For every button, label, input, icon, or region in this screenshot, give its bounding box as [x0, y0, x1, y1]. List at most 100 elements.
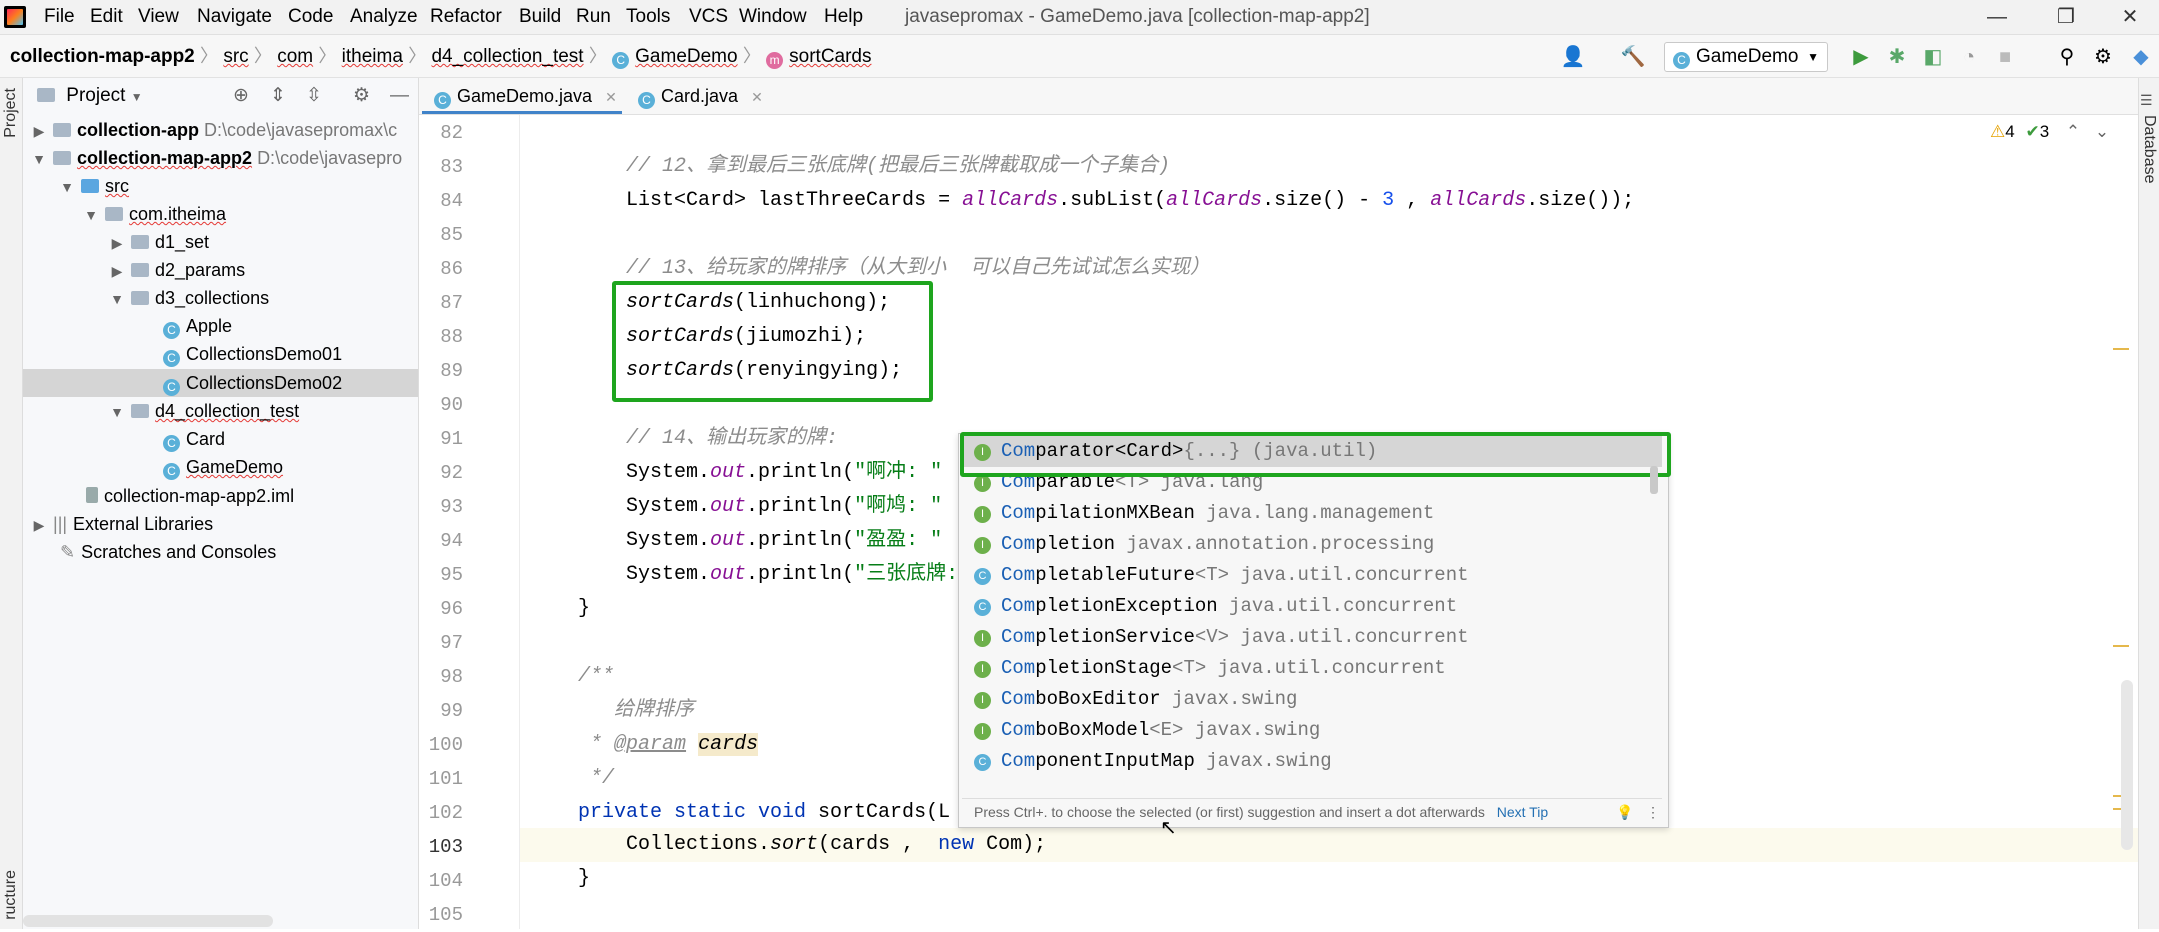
tree-item[interactable]: C GameDemo — [163, 453, 283, 481]
collapse-all-icon[interactable]: ⇳ — [306, 78, 322, 114]
menu-vcs[interactable]: VCS — [689, 0, 728, 34]
code-line-104[interactable]: } — [578, 862, 590, 896]
more-options-icon[interactable]: ⋮ — [1646, 799, 1660, 825]
run-configuration-select[interactable]: C GameDemo ▼ — [1664, 42, 1828, 72]
hide-panel-icon[interactable]: — — [390, 78, 409, 114]
code-line-98[interactable]: /** — [578, 660, 614, 694]
code-line-101[interactable]: */ — [578, 762, 614, 796]
breadcrumb-project[interactable]: collection-map-app2 — [10, 46, 195, 67]
chevron-up-icon[interactable]: ⌃ — [2066, 122, 2080, 141]
search-icon[interactable]: ⚲ — [2054, 44, 2080, 70]
menu-analyze[interactable]: Analyze — [350, 0, 418, 34]
code-line-92[interactable]: System.out.println("啊冲: " — [578, 456, 942, 490]
chevron-right-icon[interactable]: ▶ — [30, 511, 48, 539]
close-tab-icon[interactable]: ✕ — [751, 89, 763, 105]
build-hammer-icon[interactable]: 🔨 — [1620, 44, 1646, 70]
database-icon[interactable]: ☰ — [2140, 92, 2153, 109]
completion-item[interactable]: I Completion javax.annotation.processing — [962, 529, 1652, 560]
completion-item[interactable]: C CompletionException java.util.concurren… — [962, 591, 1652, 622]
breadcrumb-com[interactable]: com — [277, 46, 313, 67]
error-stripe-mark[interactable] — [2113, 645, 2129, 647]
code-line-83[interactable]: // 12、拿到最后三张底牌(把最后三张牌截取成一个子集合) — [578, 150, 1170, 184]
menu-help[interactable]: Help — [824, 0, 863, 34]
completion-item[interactable]: C ComponentInputMap javax.swing — [962, 746, 1652, 777]
tree-item[interactable]: ▼ com.itheima — [82, 200, 226, 228]
breadcrumb-src[interactable]: src — [223, 46, 248, 67]
breadcrumb-package[interactable]: d4_collection_test — [431, 46, 583, 67]
popup-scrollbar[interactable] — [1650, 466, 1658, 494]
chevron-down-icon[interactable]: ▼ — [30, 145, 48, 173]
next-tip-link[interactable]: Next Tip — [1497, 804, 1548, 820]
tree-item[interactable]: ▼ d4_collection_test — [108, 397, 299, 425]
tree-item[interactable]: C Card — [163, 425, 225, 453]
tree-item[interactable]: ▶ ||| External Libraries — [30, 510, 214, 539]
chevron-right-icon[interactable]: ▶ — [30, 117, 48, 145]
breadcrumb-method[interactable]: sortCards — [789, 46, 871, 67]
menu-navigate[interactable]: Navigate — [197, 0, 272, 34]
plugin-icon[interactable]: ◆ — [2128, 44, 2154, 70]
tree-item[interactable]: ▼ d3_collections — [108, 284, 269, 312]
coverage-icon[interactable]: ◧ — [1920, 44, 1946, 70]
tree-item[interactable]: ▼ collection-map-app2 D:\code\javasepro — [30, 144, 402, 172]
stop-icon[interactable]: ■ — [1992, 44, 2018, 70]
locate-icon[interactable]: ⊕ — [233, 78, 249, 114]
run-icon[interactable]: ▶ — [1848, 44, 1874, 70]
completion-item[interactable]: I CompletionService<V> java.util.concurre… — [962, 622, 1652, 653]
tree-item[interactable]: ▼ src — [58, 172, 129, 200]
code-line-100[interactable]: * @param cards — [578, 728, 759, 762]
menu-window[interactable]: Window — [739, 0, 807, 34]
close-tab-icon[interactable]: ✕ — [605, 89, 617, 105]
code-line-99[interactable]: 给牌排序 — [578, 694, 694, 728]
code-line-84[interactable]: List<Card> lastThreeCards = allCards.sub… — [578, 184, 1634, 218]
tree-item[interactable]: ✎ Scratches and Consoles — [60, 538, 276, 566]
debug-icon[interactable]: ✱ — [1884, 44, 1910, 70]
chevron-down-icon[interactable]: ▼ — [58, 173, 76, 201]
chevron-right-icon[interactable]: ▶ — [108, 229, 126, 257]
project-tool-button[interactable]: Project — [2, 88, 20, 138]
chevron-right-icon[interactable]: ▶ — [108, 257, 126, 285]
tab-card[interactable]: C Card.java ✕ — [638, 78, 763, 114]
tab-gamedemo[interactable]: C GameDemo.java ✕ — [434, 78, 617, 114]
tree-item[interactable]: ▶ collection-app D:\code\javasepromax\c — [30, 116, 398, 145]
chevron-down-icon[interactable]: ▼ — [131, 90, 143, 104]
horizontal-scrollbar[interactable] — [23, 915, 273, 927]
menu-edit[interactable]: Edit — [90, 0, 123, 34]
completion-item[interactable]: I CompletionStage<T> java.util.concurrent — [962, 653, 1652, 684]
code-line-103[interactable]: Collections.sort(cards , new Com); — [578, 828, 1046, 862]
breadcrumb-itheima[interactable]: itheima — [342, 46, 403, 67]
gear-icon[interactable]: ⚙ — [353, 78, 370, 114]
structure-tool-button[interactable]: ructure — [2, 870, 20, 920]
vertical-scrollbar[interactable] — [2121, 680, 2133, 850]
menu-view[interactable]: View — [138, 0, 179, 34]
completion-item[interactable]: I ComboBoxEditor javax.swing — [962, 684, 1652, 715]
code-line-102[interactable]: private static void sortCards(L — [578, 796, 950, 830]
project-panel-title[interactable]: Project — [66, 85, 125, 106]
settings-icon[interactable]: ⚙ — [2090, 44, 2116, 70]
user-icon[interactable]: 👤 — [1560, 44, 1586, 70]
profile-icon[interactable]: ◔ — [1956, 44, 1982, 70]
tree-item[interactable]: ▶ d2_params — [108, 256, 245, 284]
completion-item[interactable]: C CompletableFuture<T> java.util.concurre… — [962, 560, 1652, 591]
inspection-widget[interactable]: ⚠4 ✔3 ⌃ ⌄ — [1990, 122, 2109, 142]
restore-button[interactable]: ❐ — [2036, 0, 2096, 34]
code-line-91[interactable]: // 14、输出玩家的牌: — [578, 422, 838, 456]
lightbulb-icon[interactable]: 💡 — [1616, 799, 1633, 825]
menu-tools[interactable]: Tools — [626, 0, 670, 34]
chevron-down-icon[interactable]: ▼ — [82, 201, 100, 229]
code-line-95[interactable]: System.out.println("三张底牌: — [578, 558, 958, 592]
code-line-93[interactable]: System.out.println("啊鸠: " — [578, 490, 942, 524]
intellij-logo-icon[interactable] — [4, 6, 26, 28]
minimize-button[interactable]: — — [1967, 0, 2027, 34]
close-button[interactable]: ✕ — [2100, 0, 2159, 34]
chevron-down-icon[interactable]: ▼ — [108, 285, 126, 313]
completion-item[interactable]: I ComboBoxModel<E> javax.swing — [962, 715, 1652, 746]
menu-refactor[interactable]: Refactor — [430, 0, 502, 34]
menu-code[interactable]: Code — [288, 0, 333, 34]
error-stripe-mark[interactable] — [2113, 348, 2129, 350]
tree-item[interactable]: C CollectionsDemo01 — [163, 340, 342, 368]
tree-item-selected[interactable]: C CollectionsDemo02 — [163, 369, 342, 397]
code-line-94[interactable]: System.out.println("盈盈: " — [578, 524, 942, 558]
code-line-96[interactable]: } — [578, 592, 590, 626]
menu-run[interactable]: Run — [576, 0, 611, 34]
breadcrumb-class[interactable]: GameDemo — [635, 46, 737, 67]
